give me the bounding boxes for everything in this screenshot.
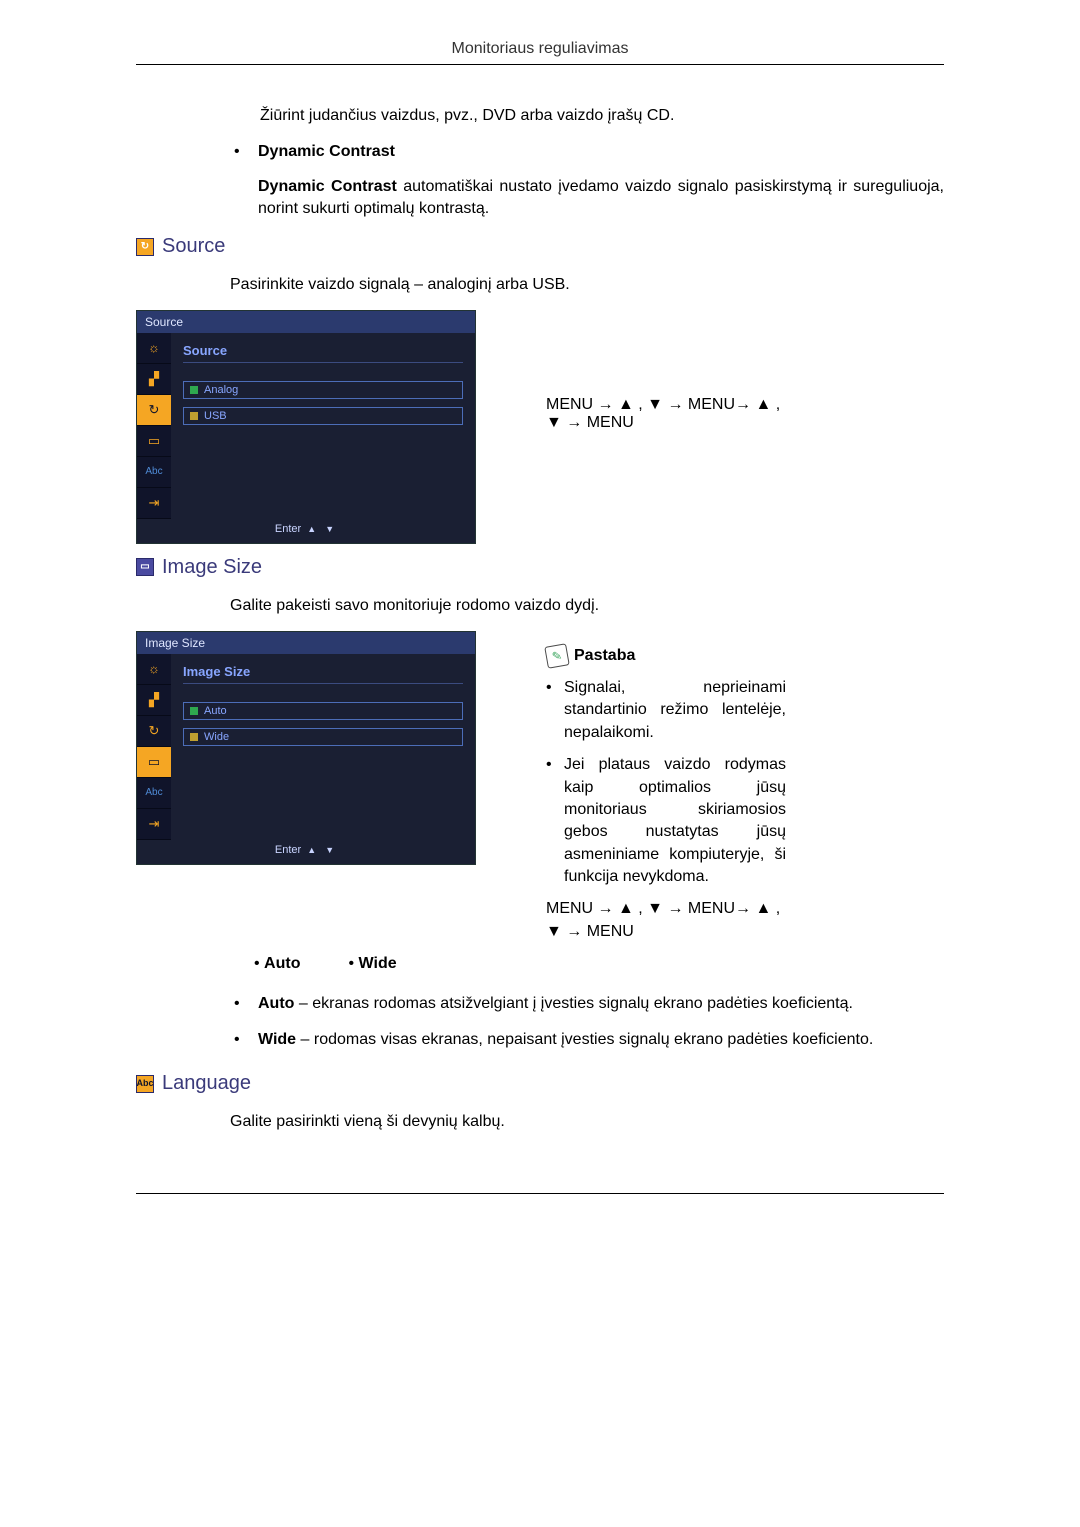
source-desc: Pasirinkite vaizdo signalą – analoginį a… — [136, 274, 944, 296]
auto-desc-bold: Auto — [258, 995, 294, 1012]
triangle-up-icon: ▲ — [307, 845, 316, 855]
wide-desc: Wide – rodomas visas ekranas, nepaisant … — [230, 1029, 944, 1051]
osd-image-size: Image Size ☼ ▞ ↻ ▭ Abc ⇥ Image Size Auto… — [136, 631, 476, 865]
section-language: Abc Language — [136, 1072, 944, 1095]
osd-source-pane-title: Source — [183, 343, 463, 363]
size-icon: ▭ — [137, 747, 171, 778]
osd-source: Source ☼ ▞ ↻ ▭ Abc ⇥ Source Analog USB — [136, 310, 476, 544]
page-header-title: Monitoriaus reguliavimas — [136, 40, 944, 58]
triangle-up-icon: ▲ — [307, 524, 316, 534]
imagesize-icon: ▭ — [136, 558, 154, 576]
osd-source-title: Source — [137, 311, 475, 333]
osd-enter-label: Enter — [275, 844, 301, 856]
section-source: ↻ Source — [136, 235, 944, 258]
osd-imagesize-footer: Enter ▲ ▼ — [137, 840, 475, 864]
section-image-size: ▭ Image Size — [136, 556, 944, 579]
note-icon: ✎ — [544, 643, 569, 668]
osd-source-footer: Enter ▲ ▼ — [137, 519, 475, 543]
section-image-size-label: Image Size — [162, 556, 262, 579]
loop-icon: ↻ — [137, 716, 171, 747]
source-icon: ↻ — [136, 238, 154, 256]
wide-desc-text: – rodomas visas ekranas, nepaisant įvest… — [296, 1031, 873, 1048]
language-desc: Galite pasirinkti vieną ši devynių kalbų… — [136, 1111, 944, 1133]
footer-rule — [136, 1193, 944, 1194]
sun-icon: ☼ — [137, 654, 171, 685]
osd-imagesize-opt-wide: Wide — [183, 728, 463, 746]
header-rule — [136, 64, 944, 65]
exit-icon: ⇥ — [137, 809, 171, 840]
source-seq-2: ▼ → MENU — [546, 414, 780, 432]
color-icon: ▞ — [137, 685, 171, 716]
opt-wide: Wide — [359, 955, 397, 972]
osd-enter-label: Enter — [275, 523, 301, 535]
imagesize-seq-1: MENU → ▲ , ▼ → MENU→ ▲ , — [546, 898, 786, 920]
note-item-1: Signalai, neprieinami standartinio režim… — [546, 677, 786, 744]
triangle-down-icon: ▼ — [325, 845, 334, 855]
movie-desc: Žiūrint judančius vaizdus, pvz., DVD arb… — [136, 105, 944, 127]
sun-icon: ☼ — [137, 333, 171, 364]
section-source-label: Source — [162, 235, 225, 258]
size-icon: ▭ — [137, 426, 171, 457]
auto-desc-text: – ekranas rodomas atsižvelgiant į įvesti… — [294, 995, 853, 1012]
source-seq-1: MENU → ▲ , ▼ → MENU→ ▲ , — [546, 396, 780, 414]
opt-auto: Auto — [264, 955, 300, 972]
note-title-text: Pastaba — [574, 645, 635, 667]
osd-sidebar: ☼ ▞ ↻ ▭ Abc ⇥ — [137, 333, 171, 519]
section-language-label: Language — [162, 1072, 251, 1095]
abc-icon: Abc — [137, 778, 171, 809]
osd-source-opt-usb: USB — [183, 407, 463, 425]
loop-icon: ↻ — [137, 395, 171, 426]
note-item-2: Jei plataus vaizdo rodymas kaip optimali… — [546, 754, 786, 888]
abc-icon: Abc — [137, 457, 171, 488]
source-menu-seq: MENU → ▲ , ▼ → MENU→ ▲ , ▼ → MENU — [546, 396, 780, 432]
imagesize-seq-2: ▼ → MENU — [546, 921, 786, 943]
osd-imagesize-opt-auto: Auto — [183, 702, 463, 720]
auto-desc: Auto – ekranas rodomas atsižvelgiant į į… — [230, 993, 944, 1015]
exit-icon: ⇥ — [137, 488, 171, 519]
image-size-desc: Galite pakeisti savo monitoriuje rodomo … — [136, 595, 944, 617]
osd-sidebar: ☼ ▞ ↻ ▭ Abc ⇥ — [137, 654, 171, 840]
image-size-note: ✎ Pastaba Signalai, neprieinami standart… — [546, 631, 786, 944]
dc-title: Dynamic Contrast — [258, 143, 395, 160]
osd-imagesize-pane-title: Image Size — [183, 664, 463, 684]
dynamic-contrast-item: Dynamic Contrast Dynamic Contrast automa… — [230, 141, 944, 220]
wide-desc-bold: Wide — [258, 1031, 296, 1048]
osd-source-opt-analog: Analog — [183, 381, 463, 399]
language-icon: Abc — [136, 1075, 154, 1093]
triangle-down-icon: ▼ — [325, 524, 334, 534]
osd-imagesize-title: Image Size — [137, 632, 475, 654]
dc-bold-lead: Dynamic Contrast — [258, 178, 397, 195]
color-icon: ▞ — [137, 364, 171, 395]
image-size-options-line: Auto Wide — [136, 955, 944, 973]
